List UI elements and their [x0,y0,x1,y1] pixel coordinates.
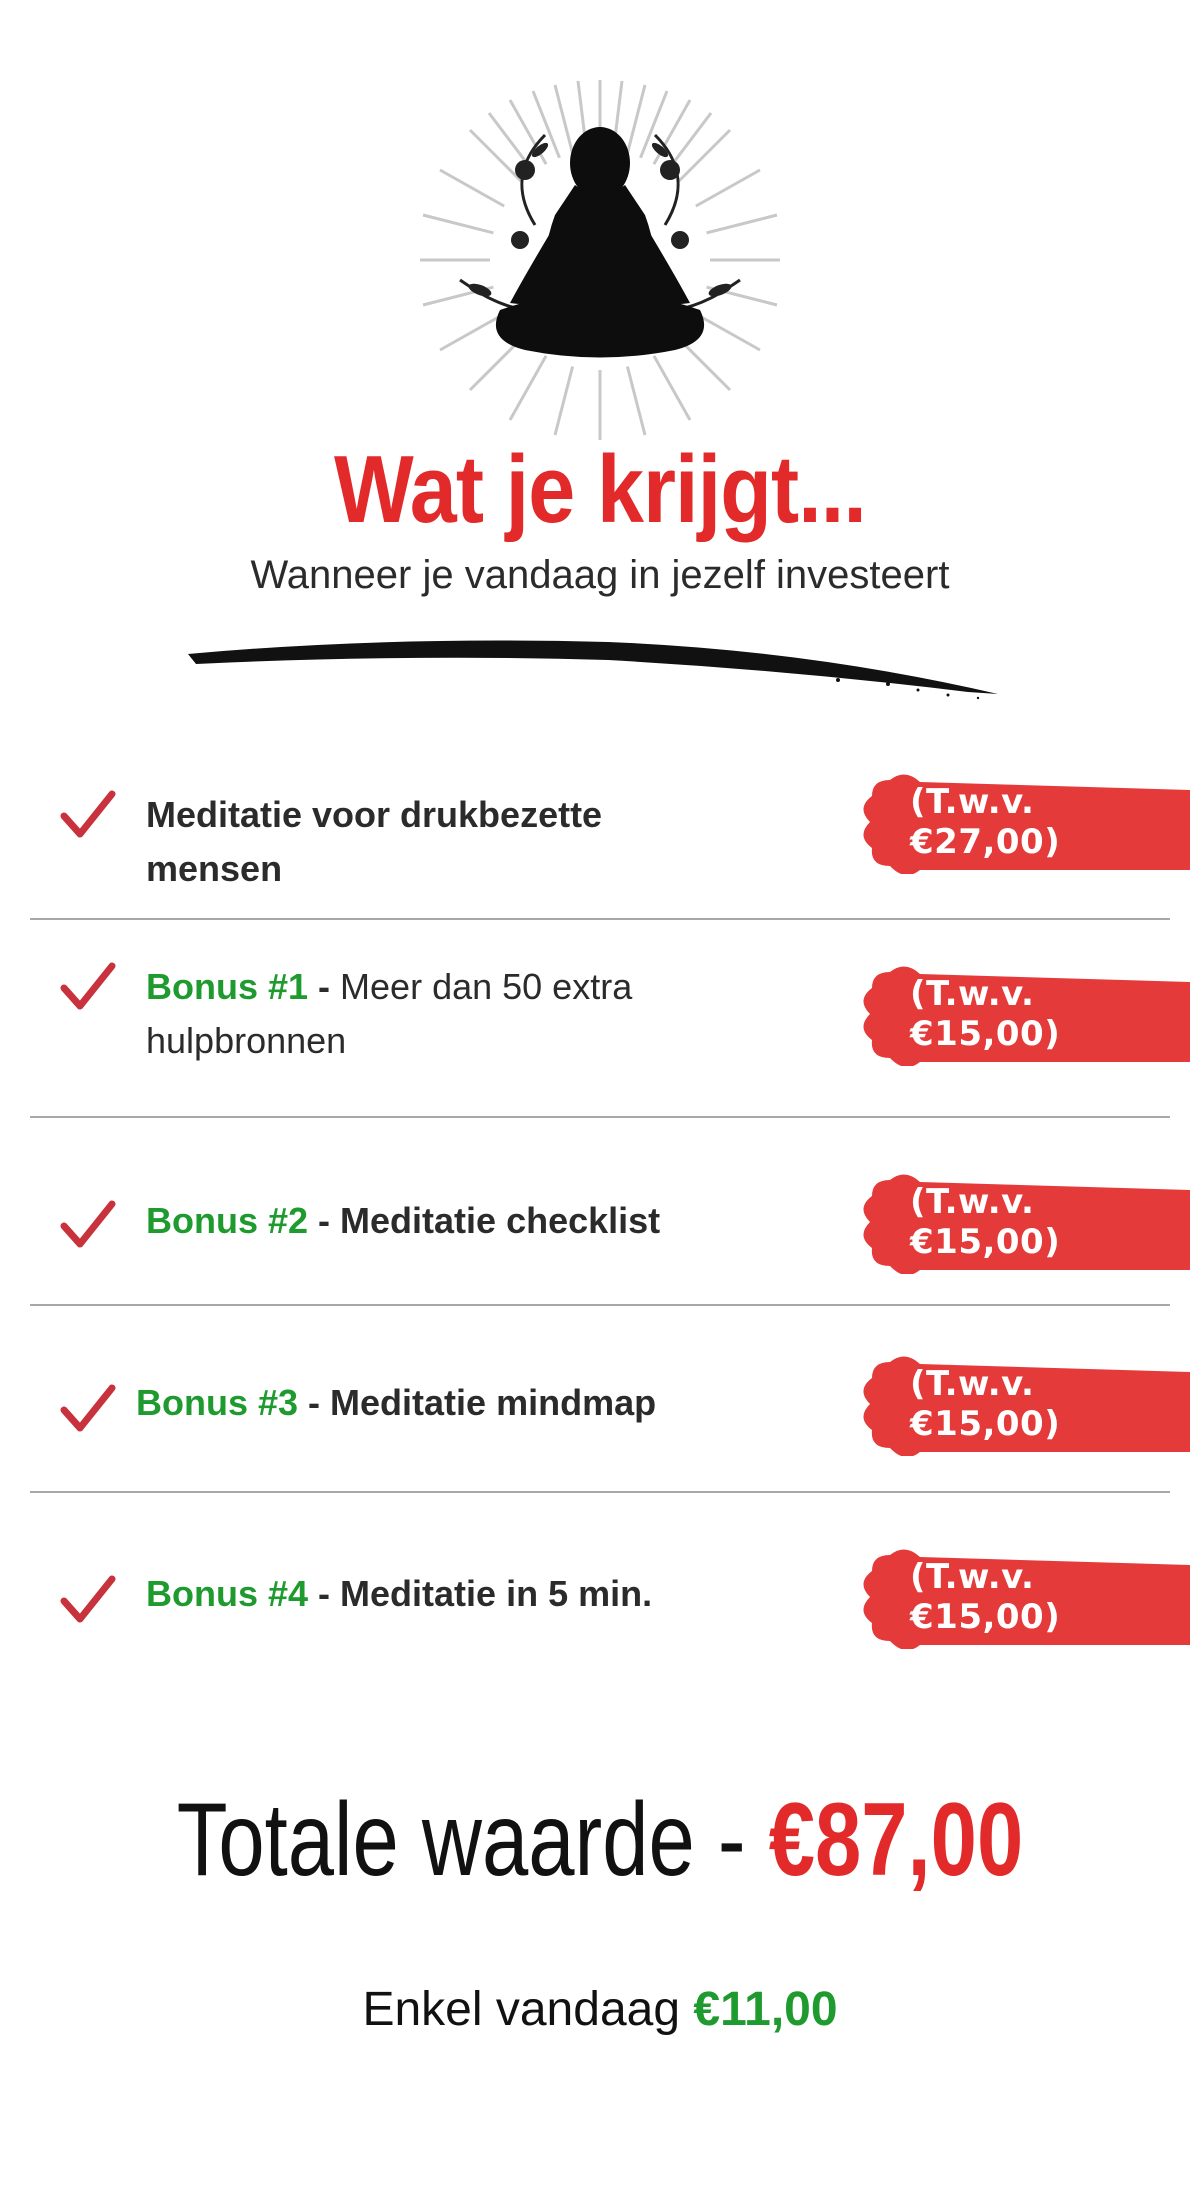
today-price: Enkel vandaag €11,00 [0,1980,1200,2040]
meditation-silhouette-icon [415,75,785,445]
divider [30,1304,1170,1306]
checkmark-icon [60,1575,116,1623]
checkmark-icon [60,1200,116,1248]
bonus-label: Bonus #3 [136,1382,299,1423]
today-label: Enkel vandaag [362,1983,694,2036]
price-badge: (T.w.v. €15,00) [860,1352,1190,1456]
item-title: Meditatie voor drukbezette mensen [146,794,603,889]
price-badge: (T.w.v. €27,00) [860,770,1190,874]
price-value: (T.w.v. €15,00) [910,974,1061,1054]
brush-stroke-divider [188,632,1008,712]
bonus-label: Bonus #2 [146,1200,309,1241]
item-title: Meditatie in 5 min. [340,1573,653,1614]
item-title: Meditatie mindmap [330,1382,657,1423]
item-separator: - [308,1573,341,1614]
item-title: Meditatie checklist [340,1200,661,1241]
offer-page: Wat je krijgt... Wanneer je vandaag in j… [0,0,1200,2200]
item-separator: - [308,966,341,1007]
checkmark-icon [60,1384,116,1432]
item-separator: - [308,1200,341,1241]
price-badge: (T.w.v. €15,00) [860,962,1190,1066]
divider [30,918,1170,920]
item-label: Meditatie voor drukbezette mensen [146,788,706,896]
bonus-label: Bonus #4 [146,1573,309,1614]
item-label: Bonus #4 - Meditatie in 5 min. [146,1567,706,1621]
item-separator: - [298,1382,331,1423]
price-badge: (T.w.v. €15,00) [860,1170,1190,1274]
total-label: Totale waarde - [176,1782,769,1898]
bonus-label: Bonus #1 [146,966,309,1007]
checkmark-icon [60,962,116,1010]
item-label: Bonus #2 - Meditatie checklist [146,1194,706,1248]
price-value: (T.w.v. €27,00) [910,782,1061,862]
price-value: (T.w.v. €15,00) [910,1182,1061,1262]
checkmark-icon [60,790,116,838]
item-label: Bonus #3 - Meditatie mindmap [136,1376,696,1430]
item-label: Bonus #1 - Meer dan 50 extra hulpbronnen [146,960,706,1068]
page-title: Wat je krijgt... [334,436,867,543]
divider [30,1491,1170,1493]
price-badge: (T.w.v. €15,00) [860,1545,1190,1649]
total-amount: €87,00 [768,1782,1024,1898]
total-value: Totale waarde - €87,00 [120,1780,1080,1900]
divider [30,1116,1170,1118]
price-value: (T.w.v. €15,00) [910,1557,1061,1637]
page-subtitle: Wanneer je vandaag in jezelf investeert [250,553,950,597]
today-amount: €11,00 [693,1983,838,2036]
price-value: (T.w.v. €15,00) [910,1364,1061,1444]
